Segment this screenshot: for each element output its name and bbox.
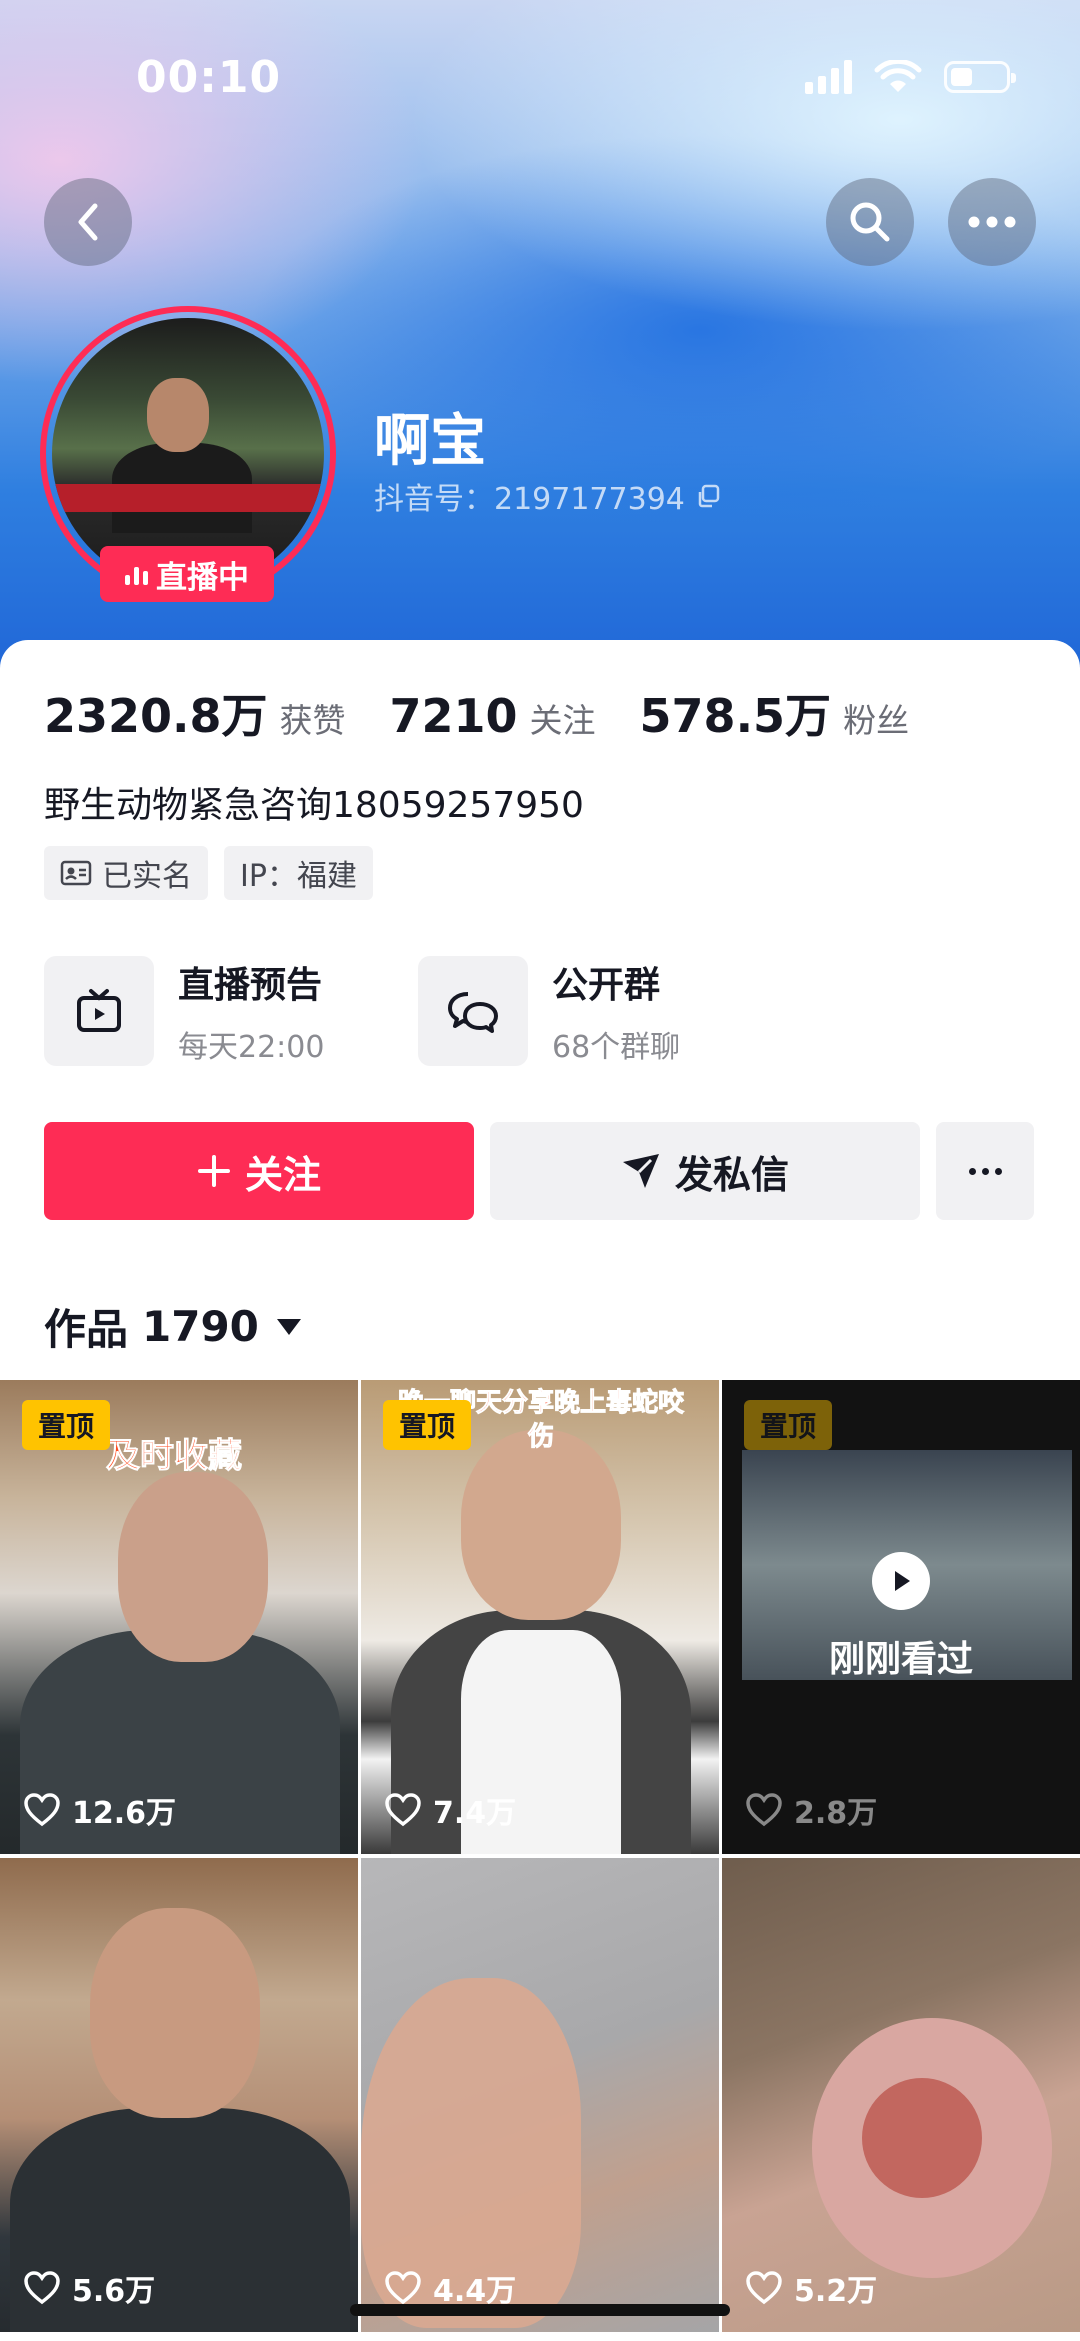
chevron-left-icon — [78, 203, 98, 241]
ip-location-tag: IP：福建 — [224, 846, 373, 900]
verified-tag-label: 已实名 — [102, 859, 192, 894]
message-button-label: 发私信 — [674, 1152, 789, 1197]
chat-bubbles-icon — [448, 992, 498, 1033]
like-count-value: 12.6万 — [72, 1796, 177, 1831]
video-tile[interactable]: 4.4万 — [361, 1858, 719, 2332]
plus-icon — [197, 1155, 230, 1187]
more-dot — [981, 1167, 989, 1175]
search-button[interactable] — [826, 178, 914, 266]
like-count: 2.8万 — [746, 1788, 877, 1832]
pinned-badge: 置顶 — [383, 1400, 471, 1450]
works-tab-count: 1790 — [142, 1302, 259, 1351]
live-schedule-entry[interactable]: 直播预告 每天22:00 — [44, 956, 324, 1066]
more-dot — [994, 1167, 1002, 1175]
profile-name: 啊宝 — [374, 409, 486, 474]
profile-tags: 已实名 IP：福建 — [44, 846, 373, 900]
likes-count[interactable]: 2320.8万 — [44, 680, 268, 746]
works-tab[interactable]: 作品 1790 — [44, 1296, 301, 1357]
like-count: 7.4万 — [385, 1788, 516, 1832]
douyin-id[interactable]: 抖音号：2197177394 — [374, 474, 721, 518]
public-group-entry[interactable]: 公开群 68个群聊 — [418, 956, 680, 1066]
back-button[interactable] — [44, 178, 132, 266]
message-button[interactable]: 发私信 — [490, 1122, 920, 1220]
like-count-value: 5.6万 — [72, 2274, 156, 2309]
public-group-count: 68个群聊 — [552, 1030, 681, 1065]
video-overlay-text: 及时收藏 — [106, 1436, 243, 1477]
like-count-value: 7.4万 — [433, 1796, 517, 1831]
heart-icon — [24, 1793, 60, 1827]
status-icons — [805, 60, 1016, 94]
profile-stats: 2320.8万 获赞 7210 关注 578.5万 粉丝 — [44, 680, 953, 746]
caret-down-icon — [276, 1318, 301, 1335]
more-dots-icon — [968, 1167, 976, 1175]
home-indicator[interactable] — [350, 2304, 730, 2316]
following-label: 关注 — [529, 701, 596, 740]
douyin-id-text: 抖音号：2197177394 — [374, 482, 685, 517]
followers-label: 粉丝 — [843, 701, 910, 740]
live-badge[interactable]: 直播中 — [100, 546, 274, 602]
video-tile[interactable]: 及时收藏 置顶 12.6万 — [0, 1380, 358, 1854]
video-tile[interactable]: 晚一聊天分享晚上毒蛇咬伤 置顶 7.4万 — [361, 1380, 719, 1854]
more-actions-button[interactable] — [936, 1122, 1034, 1220]
live-bars-icon — [125, 563, 148, 585]
send-icon — [622, 1154, 659, 1188]
heart-icon — [746, 2271, 782, 2305]
like-count: 12.6万 — [24, 1788, 176, 1832]
like-count-value: 5.2万 — [794, 2274, 878, 2309]
feature-icon-box — [418, 956, 528, 1066]
video-tile[interactable]: 5.6万 — [0, 1858, 358, 2332]
likes-label: 获赞 — [279, 701, 346, 740]
play-icon — [872, 1552, 930, 1610]
recently-watched-label: 刚刚看过 — [828, 1639, 973, 1680]
signal-icon — [805, 60, 852, 94]
follow-button[interactable]: 关注 — [44, 1122, 474, 1220]
following-count[interactable]: 7210 — [390, 689, 518, 743]
tv-icon — [77, 989, 121, 1032]
pinned-badge: 置顶 — [744, 1400, 832, 1450]
id-card-icon — [60, 860, 92, 886]
live-badge-label: 直播中 — [156, 559, 249, 596]
more-options-button[interactable] — [948, 178, 1036, 266]
pinned-badge: 置顶 — [22, 1400, 110, 1450]
heart-icon — [24, 2271, 60, 2305]
copy-icon[interactable] — [695, 483, 721, 509]
follow-button-label: 关注 — [244, 1152, 321, 1197]
live-schedule-time: 每天22:00 — [178, 1030, 325, 1065]
ip-location-label: IP：福建 — [240, 859, 357, 894]
like-count: 5.2万 — [746, 2266, 877, 2310]
like-count: 5.6万 — [24, 2266, 155, 2310]
works-tab-label: 作品 — [44, 1305, 129, 1354]
public-group-title: 公开群 — [552, 965, 661, 1006]
video-tile-watched[interactable]: 置顶 刚刚看过 2.8万 — [722, 1380, 1080, 1854]
video-tile[interactable]: 5.2万 — [722, 1858, 1080, 2332]
followers-count[interactable]: 578.5万 — [640, 680, 832, 746]
heart-icon — [385, 1793, 421, 1827]
more-dots-icon — [968, 216, 1016, 228]
wifi-icon — [874, 60, 922, 92]
status-time: 00:10 — [136, 52, 282, 103]
search-icon — [850, 202, 890, 242]
heart-icon — [746, 1793, 782, 1827]
battery-icon — [944, 61, 1016, 93]
like-count-value: 2.8万 — [794, 1796, 878, 1831]
feature-icon-box — [44, 956, 154, 1066]
live-schedule-title: 直播预告 — [178, 965, 323, 1006]
heart-icon — [385, 2271, 421, 2305]
profile-actions: 关注 发私信 — [44, 1122, 1034, 1220]
verified-tag[interactable]: 已实名 — [44, 846, 208, 900]
profile-bio: 野生动物紧急咨询18059257950 — [44, 785, 584, 826]
